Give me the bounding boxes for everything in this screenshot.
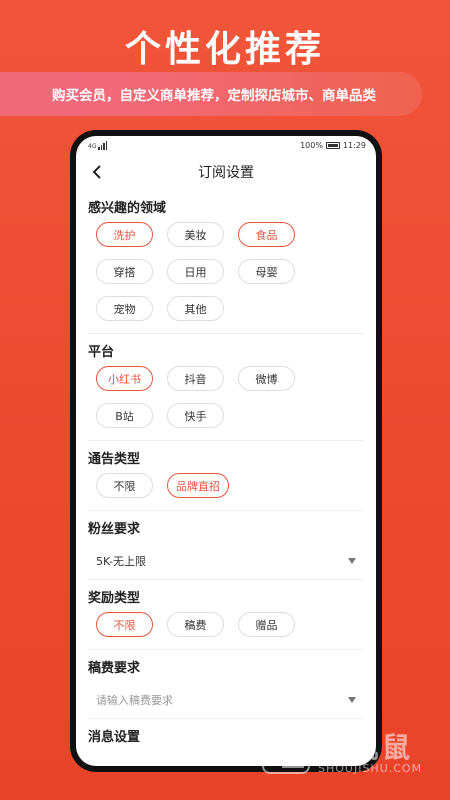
interest-tag[interactable]: 日用	[167, 259, 224, 284]
page-title: 订阅设置	[198, 165, 254, 181]
platform-tag[interactable]: 微博	[238, 366, 295, 391]
interest-tag[interactable]: 食品	[238, 222, 295, 247]
reward-tag[interactable]: 不限	[96, 612, 153, 637]
fee-placeholder: 请输入稿费要求	[96, 694, 173, 707]
reward-tag[interactable]: 稿费	[167, 612, 224, 637]
interest-tag[interactable]: 宠物	[96, 296, 153, 321]
chevron-left-icon[interactable]	[90, 164, 106, 180]
fee-title: 稿费要求	[88, 660, 141, 676]
interest-tags: 洗护 美妆 食品穿搭 日用 母婴宠物 其他	[88, 222, 364, 333]
network-label: 4G	[88, 142, 97, 150]
nav-bar: 订阅设置	[76, 154, 376, 190]
ad-type-section: 通告类型 不限 品牌直招	[76, 441, 376, 510]
fans-title: 粉丝要求	[88, 521, 141, 537]
fee-input[interactable]: 请输入稿费要求	[88, 682, 364, 718]
interest-tag[interactable]: 其他	[167, 296, 224, 321]
interest-tag[interactable]: 美妆	[167, 222, 224, 247]
ad-type-title: 通告类型	[88, 451, 141, 467]
phone-frame: 4G 100% 11:29 订阅设置 感兴趣的领域 洗护 美妆 食品穿搭 日用 母婴宠物…	[70, 130, 382, 772]
watermark: 手机鼠 SHOUJISHU.COM	[262, 722, 432, 782]
platform-tag[interactable]: 快手	[167, 403, 224, 428]
ad-type-tag[interactable]: 品牌直招	[167, 473, 229, 498]
interest-section: 感兴趣的领域 洗护 美妆 食品穿搭 日用 母婴宠物 其他	[76, 190, 376, 333]
fans-select[interactable]: 5K-无上限	[88, 543, 364, 579]
platform-section: 平台 小红书 抖音 微博 B站 快手	[76, 334, 376, 440]
signal-icon	[98, 140, 108, 150]
battery-icon	[325, 141, 340, 149]
dropdown-caret-icon	[348, 558, 356, 564]
interest-tag[interactable]: 穿搭	[96, 259, 153, 284]
phone-screen: 4G 100% 11:29 订阅设置 感兴趣的领域 洗护 美妆 食品穿搭 日用 母婴宠物…	[76, 136, 376, 766]
hero-title: 个性化推荐	[124, 29, 325, 70]
promo-banner-text: 购买会员，自定义商单推荐，定制探店城市、商单品类	[52, 88, 376, 104]
reward-tags: 不限 稿费 赠品	[88, 612, 364, 649]
platform-tag[interactable]: B站	[96, 403, 153, 428]
interest-tag[interactable]: 母婴	[238, 259, 295, 284]
interest-tag[interactable]: 洗护	[96, 222, 153, 247]
reward-section: 奖励类型 不限 稿费 赠品	[76, 580, 376, 649]
battery-percent: 100%	[300, 140, 323, 150]
watermark-logo-icon	[262, 726, 310, 774]
platform-tag[interactable]: 小红书	[96, 366, 153, 391]
interest-title: 感兴趣的领域	[88, 200, 167, 216]
fans-value: 5K-无上限	[96, 555, 147, 568]
clock: 11:29	[342, 140, 366, 150]
dropdown-caret-icon	[348, 697, 356, 703]
platform-tag[interactable]: 抖音	[167, 366, 224, 391]
watermark-text: 手机鼠	[318, 731, 415, 764]
fee-section: 稿费要求 请输入稿费要求	[76, 650, 376, 718]
ad-type-tag[interactable]: 不限	[96, 473, 153, 498]
platform-tags: 小红书 抖音 微博 B站 快手	[88, 366, 364, 440]
watermark-subtext: SHOUJISHU.COM	[318, 762, 423, 775]
promo-banner: 购买会员，自定义商单推荐，定制探店城市、商单品类	[0, 72, 422, 116]
reward-tag[interactable]: 赠品	[238, 612, 295, 637]
fans-section: 粉丝要求 5K-无上限	[76, 511, 376, 579]
platform-title: 平台	[88, 344, 115, 360]
status-bar: 4G 100% 11:29	[76, 136, 376, 154]
ad-type-tags: 不限 品牌直招	[88, 473, 364, 510]
reward-title: 奖励类型	[88, 590, 141, 606]
